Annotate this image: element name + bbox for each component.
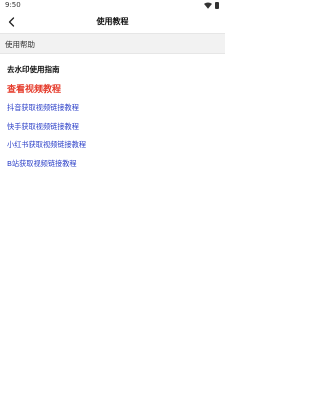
battery-icon <box>215 2 219 9</box>
douyin-tutorial-link[interactable]: 抖音获取视频链接教程 <box>7 103 79 113</box>
bilibili-tutorial-link[interactable]: B站获取视频链接教程 <box>7 159 77 169</box>
wifi-icon <box>204 2 212 9</box>
header: 使用教程 <box>0 12 225 32</box>
page-title: 使用教程 <box>96 17 129 26</box>
status-icons <box>204 2 219 9</box>
section-header: 使用帮助 <box>0 33 225 54</box>
xiaohongshu-tutorial-link[interactable]: 小红书获取视频链接教程 <box>7 140 86 150</box>
status-time: 9:50 <box>5 1 21 9</box>
video-tutorial-link[interactable]: 查看视频教程 <box>7 82 61 95</box>
section-title: 使用帮助 <box>5 40 35 49</box>
kuaishou-tutorial-link[interactable]: 快手获取视频链接教程 <box>7 122 79 132</box>
guide-title: 去水印使用指南 <box>7 65 60 74</box>
status-bar: 9:50 <box>0 0 225 12</box>
